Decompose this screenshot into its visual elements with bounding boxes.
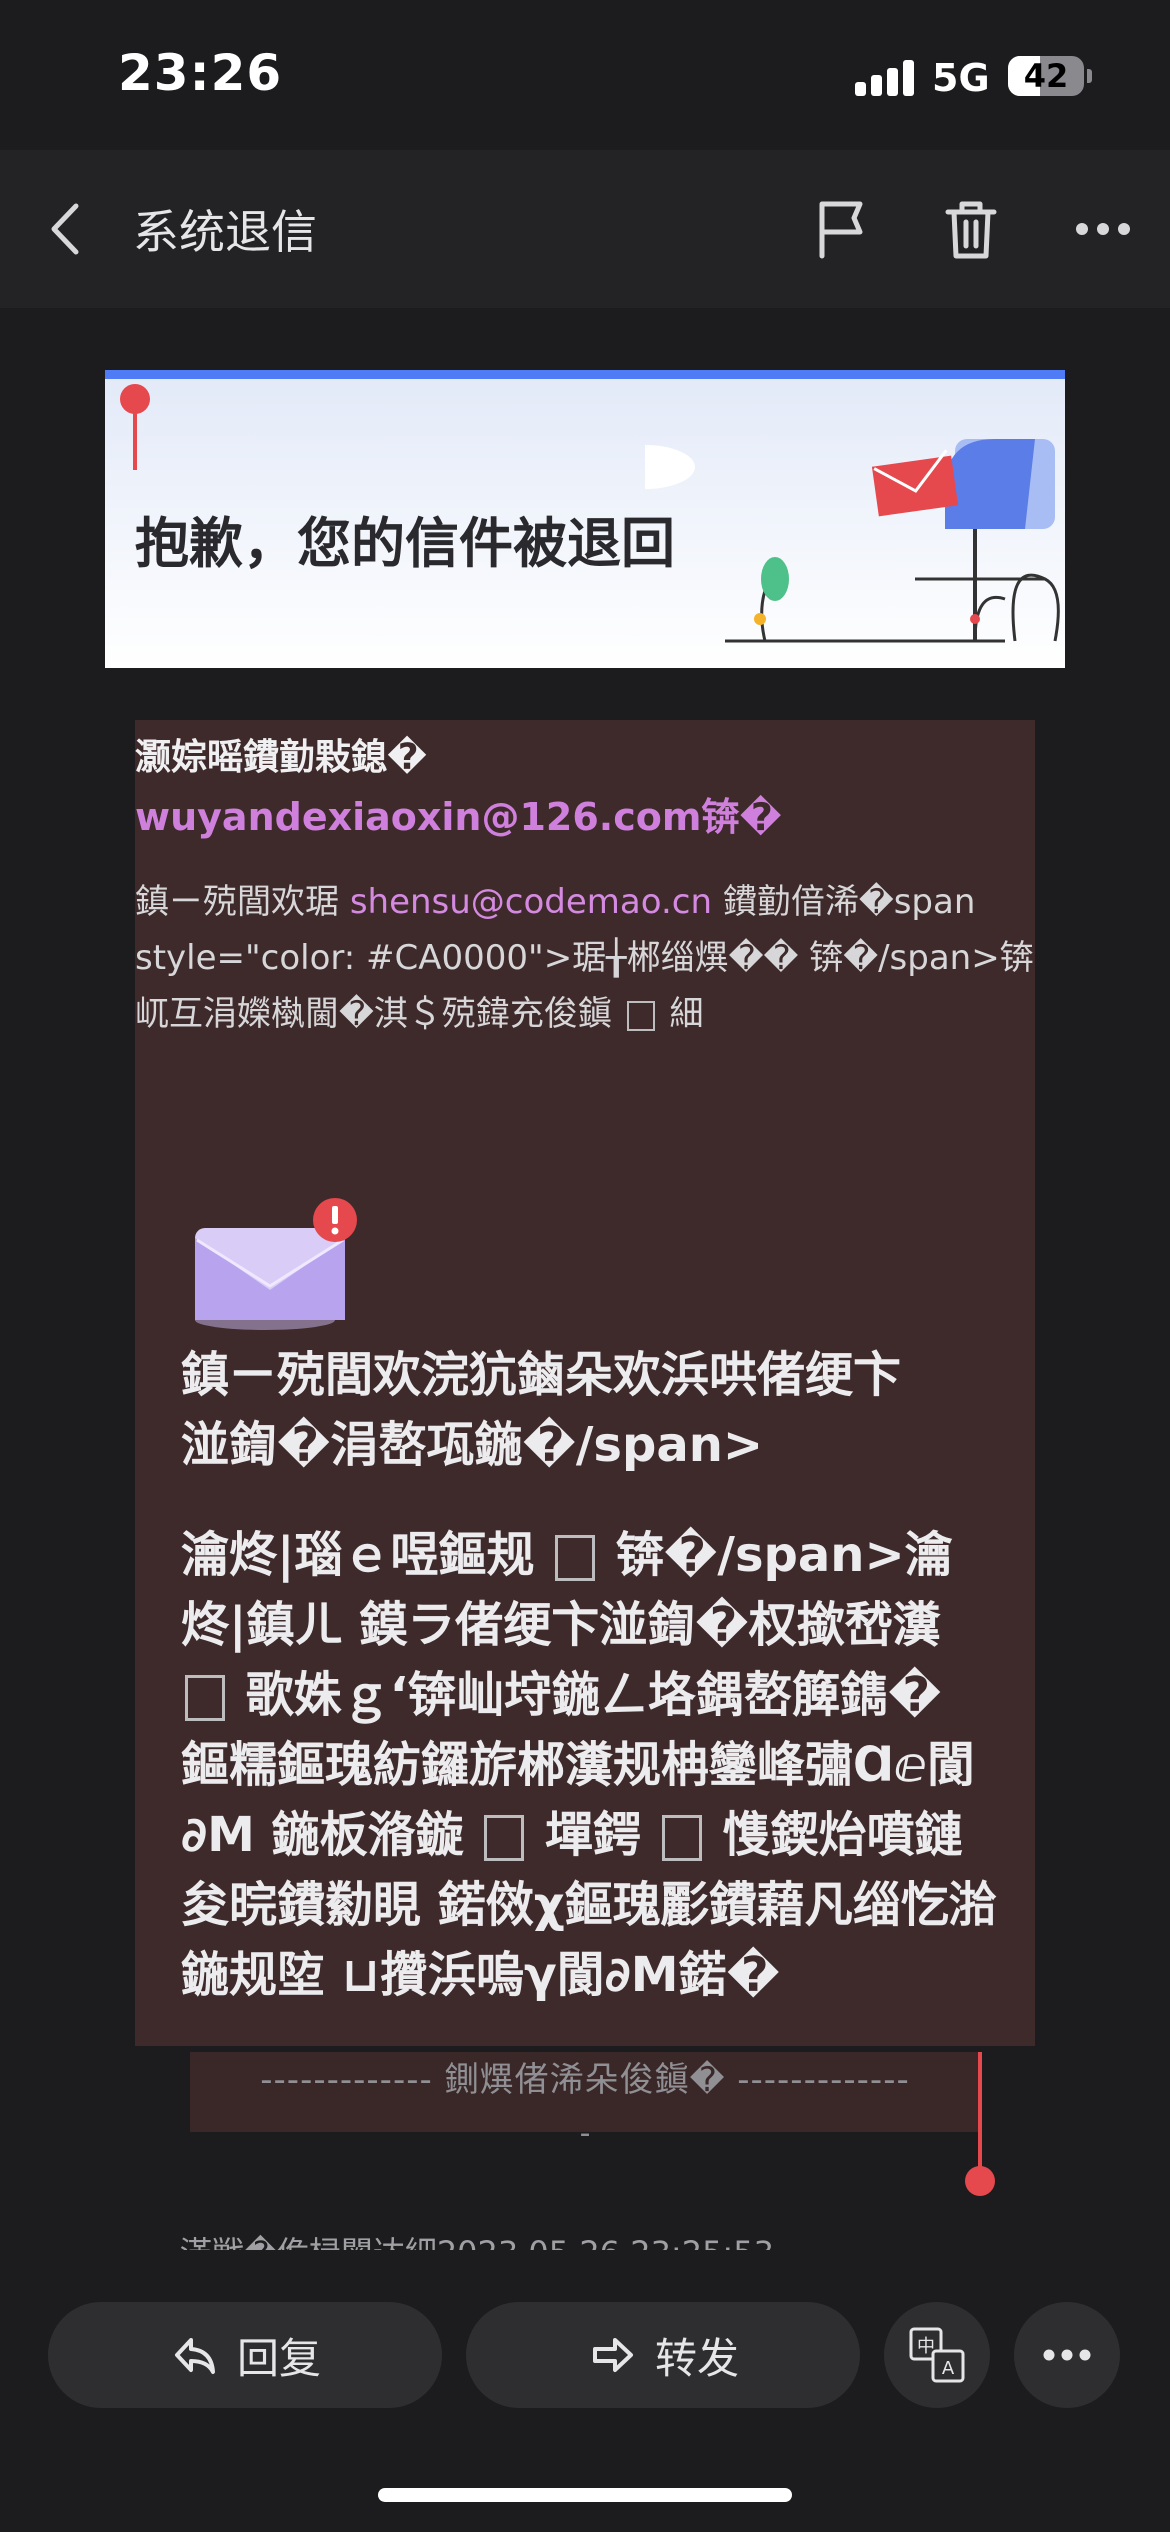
more-icon[interactable] — [1068, 194, 1138, 264]
reason-text-b: 湴鍧�涓嶅瓨鍦�/span> — [181, 1417, 764, 1473]
solution-text-f: 鍦板潃鏇 — [271, 1807, 464, 1863]
flag-icon[interactable] — [806, 194, 876, 264]
bounce-paragraph: 鎮ㄧ殑閭欢琚 shensu@codemao.cn 鐨勭偣浠�span style… — [135, 874, 1035, 1042]
missing-glyph — [626, 1000, 655, 1031]
more-icon — [1043, 2349, 1091, 2361]
reply-label: 回复 — [236, 2333, 321, 2383]
reply-icon — [174, 2338, 215, 2374]
more-actions-button[interactable] — [1014, 2302, 1120, 2408]
banner-title: 抱歉，您的信件被退回 — [135, 512, 675, 575]
translate-button[interactable]: 中 A — [884, 2302, 990, 2408]
sender-email-link[interactable]: shensu@codemao.cn — [350, 882, 712, 922]
status-bar: 23:26 5G 42 — [0, 0, 1170, 150]
greeting-line: 灏婃暚鐨勭敤鎴� — [135, 737, 428, 778]
missing-glyph — [661, 1815, 702, 1861]
solution-text-c: 鏌ラ偖绠卞湴鍧�权撳嵆瀵 — [359, 1597, 941, 1653]
divider-label: ------------- 鍘熼偖浠朵俊鎭� ------------- — [260, 2060, 910, 2100]
para-text-d: 細 — [669, 994, 704, 1034]
selection-handle-end[interactable] — [965, 2166, 995, 2196]
status-time: 23:26 — [118, 44, 283, 102]
missing-glyph — [555, 1535, 596, 1581]
para-text-a: 鎮ㄧ殑閭欢琚 — [135, 882, 339, 922]
battery-icon: 42 — [1008, 56, 1084, 96]
svg-text:A: A — [942, 2358, 955, 2379]
network-type: 5G — [932, 56, 990, 100]
nav-bar: 系统退信 — [0, 150, 1170, 308]
forward-button[interactable]: 转发 — [466, 2302, 860, 2408]
original-mail-divider: ------------- 鍘熼偖浠朵俊鎭� ------------- - — [190, 2052, 980, 2151]
missing-glyph — [185, 1675, 225, 1721]
forward-icon — [592, 2338, 633, 2372]
solution-text: 瀹炵|瑙ｅ喅鏂规 锛�/span>瀹炵|鎮ㄦ 鏌ラ偖绠卞湴鍧�权撳嵆瀵 歌姝ｇ‘… — [181, 1520, 1001, 2010]
envelope-alert-icon — [195, 1198, 357, 1330]
reason-text-a: 鎮ㄧ殑閭欢浣犺鏀朵欢浜哄偖绠卞 — [181, 1347, 902, 1403]
missing-glyph — [484, 1815, 525, 1861]
solution-text-j: ⊔攢浜嗚γ閬∂M鍩� — [341, 1947, 780, 2003]
battery-percent: 42 — [1023, 57, 1069, 95]
bounce-banner: 抱歉，您的信件被退回 — [105, 370, 1065, 668]
translate-icon: 中 A — [909, 2327, 965, 2383]
solution-text-d: 歌姝ｇ‘锛屾垨鍦ㄥ垎鍝嶅簲鐫� — [245, 1667, 942, 1723]
signal-icon — [855, 60, 915, 96]
reply-button[interactable]: 回复 — [48, 2302, 442, 2408]
back-icon[interactable] — [36, 194, 96, 264]
trash-icon[interactable] — [936, 194, 1006, 264]
recipient-email[interactable]: wuyandexiaoxin@126.com锛� — [135, 786, 782, 841]
battery-tip — [1087, 69, 1092, 83]
selection-caret-end — [978, 2052, 982, 2172]
mail-body[interactable]: 灏婃暚鐨勭敤鎴� wuyandexiaoxin@126.com锛� 鎮ㄧ殑閭欢琚… — [135, 720, 1035, 2046]
forward-label: 转发 — [654, 2333, 739, 2383]
divider-tail: - — [579, 2116, 591, 2151]
bounce-reason: 鎮ㄧ殑閭欢浣犺鏀朵欢浜哄偖绠卞 湴鍧�涓嶅瓨鍦�/span> — [181, 1340, 1001, 1480]
home-indicator[interactable] — [378, 2488, 792, 2502]
selection-caret-start — [133, 410, 137, 470]
solution-text-g: 墠鍔 — [545, 1807, 642, 1863]
solution-text-a: 瀹炵|瑙ｅ喅鏂规 — [181, 1527, 535, 1583]
mailbox-illustration — [645, 439, 1060, 643]
page-title: 系统退信 — [133, 205, 317, 259]
